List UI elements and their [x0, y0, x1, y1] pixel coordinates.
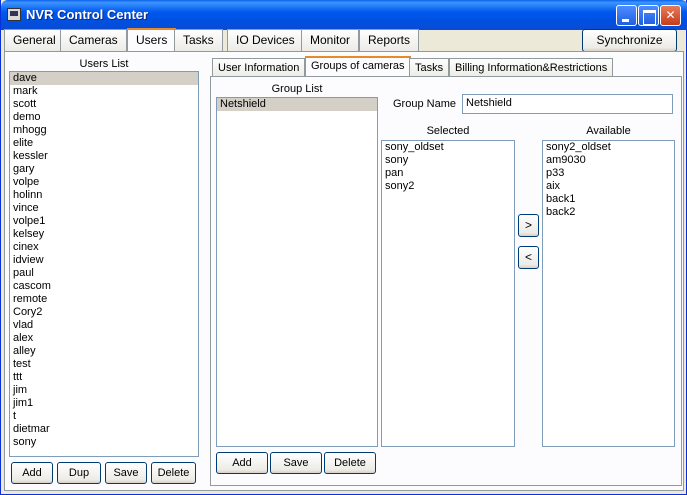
available-camera-item[interactable]: p33 [543, 167, 674, 180]
user-list-item[interactable]: ttt [10, 371, 198, 384]
user-list-item[interactable]: t [10, 410, 198, 423]
user-list-item[interactable]: mhogg [10, 124, 198, 137]
group-list[interactable]: Netshield [216, 97, 378, 447]
tab-reports[interactable]: Reports [359, 29, 420, 51]
group-name-label: Group Name [393, 98, 456, 110]
tab-sub-tasks[interactable]: Tasks [409, 58, 450, 77]
tab-billing-information[interactable]: Billing Information&Restrictions [449, 58, 614, 77]
dup-user-button[interactable]: Dup [57, 462, 101, 484]
synchronize-button[interactable]: Synchronize [582, 29, 677, 52]
close-button[interactable]: ✕ [660, 5, 681, 26]
available-cameras-title: Available [586, 125, 631, 137]
user-list-item[interactable]: kelsey [10, 228, 198, 241]
move-right-button[interactable]: > [518, 214, 539, 237]
user-list-item[interactable]: cinex [10, 241, 198, 254]
available-cameras-list[interactable]: sony2_oldset am9030 p33 aix back1 back2 [542, 140, 675, 447]
user-list-item[interactable]: elite [10, 137, 198, 150]
tab-io-devices[interactable]: IO Devices [227, 29, 304, 51]
maximize-button[interactable] [638, 5, 659, 26]
user-list-item[interactable]: kessler [10, 150, 198, 163]
tab-cameras[interactable]: Cameras [60, 29, 127, 51]
tab-monitor[interactable]: Monitor [301, 29, 360, 51]
user-list-item[interactable]: test [10, 358, 198, 371]
available-camera-item[interactable]: back2 [543, 206, 674, 219]
close-icon: ✕ [665, 8, 676, 22]
users-list[interactable]: dave mark scott demo mhogg elite kessler gary vo… [9, 71, 199, 457]
selected-camera-item[interactable]: sony2 [382, 180, 514, 193]
group-name-input[interactable]: Netshield [462, 94, 673, 114]
selected-camera-item[interactable]: sony_oldset [382, 141, 514, 154]
user-list-item[interactable]: cascom [10, 280, 198, 293]
user-list-item[interactable]: alley [10, 345, 198, 358]
user-list-item[interactable]: holinn [10, 189, 198, 202]
minimize-button[interactable] [616, 5, 637, 26]
available-camera-item[interactable]: sony2_oldset [543, 141, 674, 154]
save-group-button[interactable]: Save [270, 452, 322, 474]
app-window: NVR Control Center ✕ General Cameras Use… [0, 0, 687, 495]
user-list-item[interactable]: mark [10, 85, 198, 98]
user-list-item[interactable]: vince [10, 202, 198, 215]
users-list-title: Users List [79, 58, 129, 70]
tab-tasks[interactable]: Tasks [174, 29, 223, 51]
app-icon [7, 8, 21, 21]
delete-group-button[interactable]: Delete [324, 452, 376, 474]
user-list-item[interactable]: dave [10, 72, 198, 85]
selected-camera-item[interactable]: pan [382, 167, 514, 180]
delete-user-button[interactable]: Delete [151, 462, 196, 484]
save-user-button[interactable]: Save [105, 462, 147, 484]
user-list-item[interactable]: alex [10, 332, 198, 345]
tab-general[interactable]: General [4, 29, 65, 51]
tab-groups-of-cameras[interactable]: Groups of cameras [305, 56, 411, 77]
user-list-item[interactable]: volpe1 [10, 215, 198, 228]
tab-user-information[interactable]: User Information [212, 58, 306, 77]
selected-cameras-list[interactable]: sony_oldset sony pan sony2 [381, 140, 515, 447]
group-list-item[interactable]: Netshield [217, 98, 377, 111]
available-camera-item[interactable]: aix [543, 180, 674, 193]
user-list-item[interactable]: scott [10, 98, 198, 111]
selected-cameras-title: Selected [426, 125, 470, 137]
selected-camera-item[interactable]: sony [382, 154, 514, 167]
user-list-item[interactable]: volpe [10, 176, 198, 189]
user-list-item[interactable]: Cory2 [10, 306, 198, 319]
group-list-title: Group List [271, 83, 323, 95]
user-list-item[interactable]: gary [10, 163, 198, 176]
user-list-item[interactable]: jim1 [10, 397, 198, 410]
add-group-button[interactable]: Add [216, 452, 268, 474]
user-list-item[interactable]: jim [10, 384, 198, 397]
user-list-item[interactable]: dietmar [10, 423, 198, 436]
tab-users[interactable]: Users [127, 28, 177, 51]
user-list-item[interactable]: demo [10, 111, 198, 124]
user-list-item[interactable]: paul [10, 267, 198, 280]
available-camera-item[interactable]: back1 [543, 193, 674, 206]
add-user-button[interactable]: Add [11, 462, 53, 484]
window-title: NVR Control Center [26, 7, 149, 22]
move-left-button[interactable]: < [518, 246, 539, 269]
available-camera-item[interactable]: am9030 [543, 154, 674, 167]
user-list-item[interactable]: sony [10, 436, 198, 449]
user-list-item[interactable]: vlad [10, 319, 198, 332]
user-list-item[interactable]: remote [10, 293, 198, 306]
user-list-item[interactable]: idview [10, 254, 198, 267]
title-bar[interactable]: NVR Control Center ✕ [1, 0, 687, 30]
